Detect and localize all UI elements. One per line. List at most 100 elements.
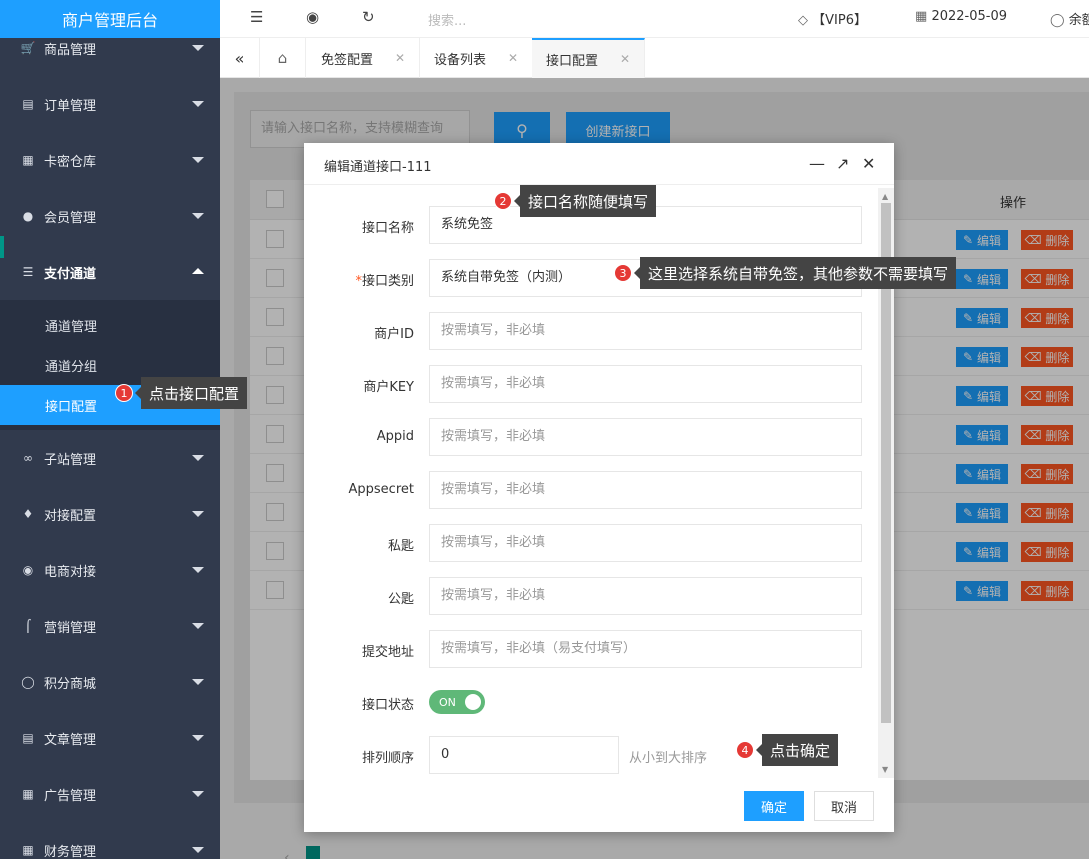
chevron-down-icon bbox=[192, 45, 204, 51]
status-switch[interactable]: ON bbox=[429, 690, 485, 714]
vip-badge: ◇ 【VIP6】 bbox=[798, 9, 867, 28]
sitemap-icon: ∞ bbox=[23, 451, 33, 465]
tab-bar: « ⌂ 免签配置 ✕ 设备列表 ✕ 接口配置 ✕ bbox=[220, 38, 1089, 78]
public-key-label: 公匙 bbox=[387, 592, 414, 607]
annotation-text: 点击接口配置 bbox=[134, 377, 248, 409]
sort-label: 排列顺序 bbox=[361, 751, 414, 766]
calendar-icon: ▦ bbox=[22, 787, 34, 801]
submit-url-label: 提交地址 bbox=[361, 645, 414, 660]
globe-icon[interactable]: ◉ bbox=[306, 8, 319, 26]
close-icon[interactable]: ✕ bbox=[862, 154, 875, 173]
chevron-down-icon bbox=[192, 791, 204, 797]
tab-device-list[interactable]: 设备列表 ✕ bbox=[420, 38, 534, 78]
sidebar-item-label: 卡密仓库 bbox=[44, 154, 97, 170]
cancel-button[interactable]: 取消 bbox=[814, 791, 874, 821]
chevron-down-icon bbox=[192, 567, 204, 573]
top-bar: ☰ ◉ ↻ 搜索... ◇ 【VIP6】 ▦ 2022-05-09 ◯ 余额 bbox=[220, 0, 1089, 38]
sidebar-item-substations[interactable]: ∞ 子站管理 bbox=[0, 430, 220, 486]
calendar-icon: ▦ bbox=[915, 9, 928, 24]
sidebar-item-marketing[interactable]: ⌠ 营销管理 bbox=[0, 598, 220, 654]
diamond-icon: ◇ bbox=[798, 13, 808, 28]
sidebar-item-label: 营销管理 bbox=[44, 620, 97, 636]
tab-scroll-left[interactable]: « bbox=[220, 38, 260, 78]
sidebar-item-label: 支付通道 bbox=[44, 266, 97, 282]
refresh-icon[interactable]: ↻ bbox=[362, 8, 375, 26]
double-chevron-left-icon: « bbox=[234, 48, 245, 68]
confirm-button[interactable]: 确定 bbox=[744, 791, 804, 821]
sidebar-item-label: 商品管理 bbox=[44, 42, 97, 58]
close-icon[interactable]: ✕ bbox=[620, 52, 630, 66]
sort-order-input[interactable]: 0 bbox=[429, 736, 619, 774]
tab-free-sign-config[interactable]: 免签配置 ✕ bbox=[307, 38, 421, 78]
annotation-text: 这里选择系统自带免签，其他参数不需要填写 bbox=[633, 257, 957, 289]
dialog-footer: 确定 取消 bbox=[304, 775, 894, 832]
sidebar-item-members[interactable]: ● 会员管理 bbox=[0, 188, 220, 244]
sidebar-item-ads[interactable]: ▦ 广告管理 bbox=[0, 766, 220, 822]
warehouse-icon: ▦ bbox=[22, 153, 34, 167]
annotation-text: 点击确定 bbox=[755, 734, 839, 766]
submit-url-input[interactable]: 按需填写，非必填（易支付填写） bbox=[429, 630, 862, 668]
switch-label: ON bbox=[439, 695, 456, 709]
database-icon: ◯ bbox=[21, 675, 35, 689]
close-icon[interactable]: ✕ bbox=[508, 51, 518, 65]
chevron-down-icon bbox=[192, 101, 204, 107]
clipboard-icon: ▤ bbox=[22, 97, 34, 111]
document-icon: ▤ bbox=[22, 731, 34, 745]
minimize-icon[interactable]: — bbox=[809, 154, 825, 173]
edit-interface-dialog: 编辑通道接口-111 — ↗ ✕ 接口名称 系统免签 *接口类别 系统自带免签（… bbox=[304, 143, 894, 832]
annotation-text: 接口名称随便填写 bbox=[513, 185, 657, 217]
chevron-down-icon bbox=[192, 735, 204, 741]
tab-home[interactable]: ⌂ bbox=[260, 38, 306, 78]
app-root: 商户管理后台 🛒 商品管理 ▤ 订单管理 ▦ 卡密仓库 ● 会员管理 ☰ 支付通… bbox=[0, 0, 1089, 859]
sidebar-item-label: 子站管理 bbox=[44, 452, 97, 468]
sidebar-item-ecommerce[interactable]: ◉ 电商对接 bbox=[0, 542, 220, 598]
private-key-input[interactable]: 按需填写，非必填 bbox=[429, 524, 862, 562]
sidebar-item-docking-config[interactable]: ♦ 对接配置 bbox=[0, 486, 220, 542]
sidebar-item-card-warehouse[interactable]: ▦ 卡密仓库 bbox=[0, 132, 220, 188]
scroll-down-icon[interactable]: ▼ bbox=[882, 765, 888, 774]
sidebar-item-label: 积分商城 bbox=[44, 676, 97, 692]
sidebar-item-label: 电商对接 bbox=[44, 564, 97, 580]
maximize-icon[interactable]: ↗ bbox=[836, 154, 849, 173]
sidebar-item-label: 文章管理 bbox=[44, 732, 97, 748]
close-icon[interactable]: ✕ bbox=[395, 51, 405, 65]
annotation-number: 3 bbox=[614, 264, 632, 282]
merchant-key-input[interactable]: 按需填写，非必填 bbox=[429, 365, 862, 403]
merchant-id-input[interactable]: 按需填写，非必填 bbox=[429, 312, 862, 350]
sidebar-item-label: 广告管理 bbox=[44, 788, 97, 804]
appsecret-input[interactable]: 按需填写，非必填 bbox=[429, 471, 862, 509]
sidebar-item-payment-channel[interactable]: ☰ 支付通道 bbox=[0, 244, 220, 300]
appsecret-label: Appsecret bbox=[348, 482, 414, 497]
annotation-3: 3 这里选择系统自带免签，其他参数不需要填写 bbox=[614, 257, 957, 289]
sidebar-item-articles[interactable]: ▤ 文章管理 bbox=[0, 710, 220, 766]
menu-toggle-icon[interactable]: ☰ bbox=[250, 8, 263, 26]
scroll-up-icon[interactable]: ▲ bbox=[882, 192, 888, 201]
annotation-2: 2 接口名称随便填写 bbox=[494, 185, 657, 217]
sidebar-item-label: 会员管理 bbox=[44, 210, 97, 226]
list-icon: ☰ bbox=[22, 265, 34, 279]
tab-interface-config[interactable]: 接口配置 ✕ bbox=[532, 38, 646, 78]
type-label: *接口类别 bbox=[324, 270, 414, 289]
chevron-down-icon bbox=[192, 157, 204, 163]
status-label: 接口状态 bbox=[361, 698, 414, 713]
public-key-input[interactable]: 按需填写，非必填 bbox=[429, 577, 862, 615]
balance-label: 余额 bbox=[1068, 13, 1089, 28]
money-bag-icon: ◯ bbox=[1050, 13, 1065, 28]
balance-display[interactable]: ◯ 余额 bbox=[1050, 9, 1089, 28]
private-key-label: 私匙 bbox=[387, 539, 414, 554]
sidebar-item-orders[interactable]: ▤ 订单管理 bbox=[0, 76, 220, 132]
type-label-text: 接口类别 bbox=[361, 274, 414, 289]
sidebar-item-finance[interactable]: ▦ 财务管理 bbox=[0, 822, 220, 859]
sidebar-item-products[interactable]: 🛒 商品管理 bbox=[0, 20, 220, 76]
top-search-input[interactable]: 搜索... bbox=[428, 10, 466, 29]
switch-knob bbox=[465, 694, 481, 710]
users-icon: ● bbox=[22, 209, 34, 223]
shop-bag-icon: ◉ bbox=[22, 563, 34, 577]
sidebar-subitem-channel-management[interactable]: 通道管理 bbox=[0, 305, 220, 345]
name-label: 接口名称 bbox=[361, 221, 414, 236]
sidebar-item-points-mall[interactable]: ◯ 积分商城 bbox=[0, 654, 220, 710]
chevron-down-icon bbox=[192, 679, 204, 685]
merchant-key-label: 商户KEY bbox=[363, 380, 414, 395]
appid-input[interactable]: 按需填写，非必填 bbox=[429, 418, 862, 456]
tab-label: 设备列表 bbox=[434, 52, 487, 68]
